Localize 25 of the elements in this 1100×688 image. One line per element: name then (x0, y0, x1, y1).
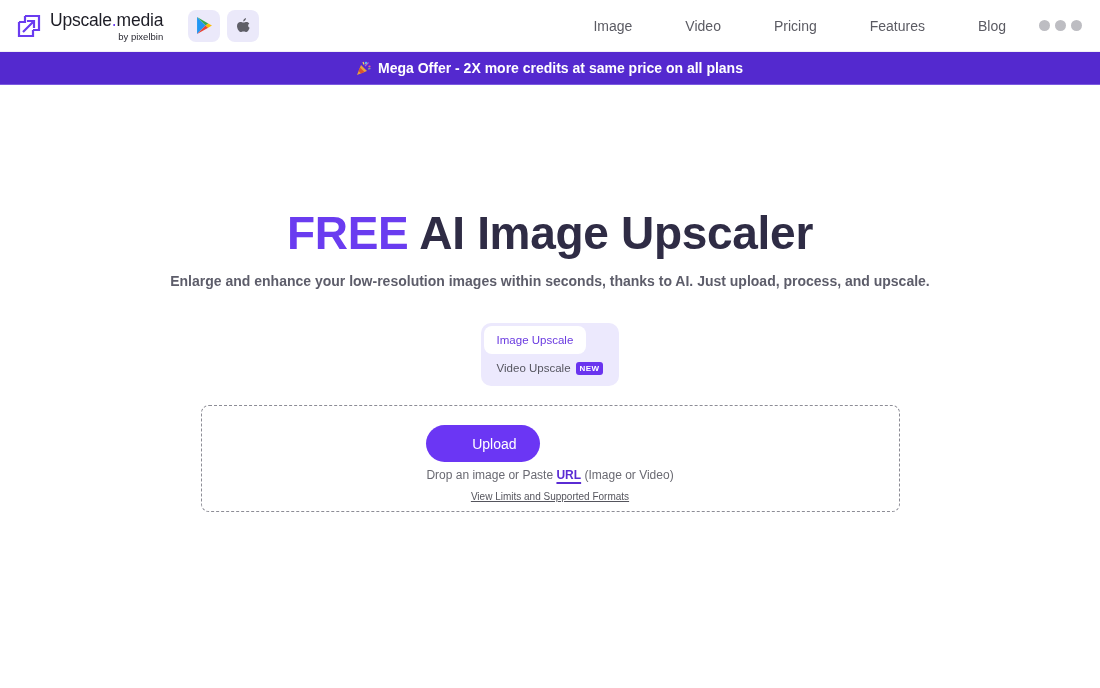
apple-icon (236, 17, 250, 34)
apple-store-button[interactable] (227, 9, 260, 42)
party-popper-icon (357, 61, 372, 75)
drop-hint: Drop an image or Paste URL (Image or Video) (426, 468, 674, 482)
offer-text: Mega Offer - 2X more credits at same price on all plans (378, 60, 743, 76)
logo-byline: by pixelbin (118, 31, 164, 42)
url-link[interactable]: URL (556, 468, 582, 482)
new-badge: NEW (575, 361, 604, 375)
nav-link[interactable]: Video (677, 13, 729, 38)
play-store-button[interactable] (188, 9, 221, 42)
hero-title: FREE AI Image Upscaler (287, 206, 813, 261)
nav-link[interactable]: Pricing (765, 13, 825, 38)
play-store-icon (196, 17, 212, 34)
limits-link[interactable]: View Limits and Supported Formats (470, 491, 630, 502)
nav-link[interactable]: Features (861, 13, 933, 38)
more-dots-icon[interactable] (1039, 20, 1082, 31)
upload-dropzone[interactable]: Upload Drop an image or Paste URL (Image or Video) View Limits and Supported Formats (200, 405, 900, 512)
logo-wordmark[interactable]: Upscale.media (50, 11, 164, 30)
mode-tab[interactable]: Image Upscale (483, 326, 587, 354)
hero-subtitle: Enlarge and enhance your low-resolution images within seconds, thanks to AI. Just upload, process, and upscale. (170, 273, 930, 289)
logo-icon (16, 12, 42, 39)
mode-tab[interactable]: Video Upscale NEW (483, 354, 617, 382)
nav-link[interactable]: Image (585, 13, 641, 38)
nav-link[interactable]: Blog (969, 13, 1014, 38)
upload-button[interactable]: Upload (426, 425, 541, 462)
